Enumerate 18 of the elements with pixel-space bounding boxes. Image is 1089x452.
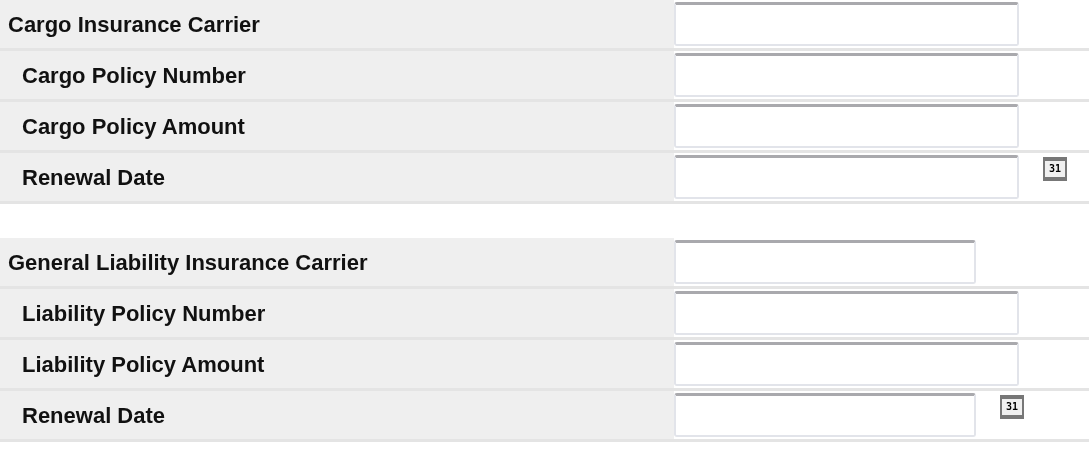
input-field[interactable] (674, 155, 1019, 199)
field-label: Cargo Policy Number (22, 61, 246, 90)
field-label: Cargo Policy Amount (22, 112, 245, 141)
field-label: Cargo Insurance Carrier (8, 10, 260, 39)
input-field[interactable] (674, 342, 1019, 386)
input-field[interactable] (674, 240, 976, 284)
input-field[interactable] (674, 393, 976, 437)
field-label: Liability Policy Number (22, 299, 266, 328)
field-label: General Liability Insurance Carrier (8, 248, 368, 277)
calendar-button[interactable]: 31 (1043, 157, 1067, 181)
field-label: Renewal Date (22, 163, 166, 192)
input-field[interactable] (674, 53, 1019, 97)
calendar-button[interactable]: 31 (1000, 395, 1024, 419)
field-label: Renewal Date (22, 401, 166, 430)
input-field[interactable] (674, 291, 1019, 335)
input-field[interactable] (674, 2, 1019, 46)
field-label: Liability Policy Amount (22, 350, 265, 379)
input-field[interactable] (674, 104, 1019, 148)
